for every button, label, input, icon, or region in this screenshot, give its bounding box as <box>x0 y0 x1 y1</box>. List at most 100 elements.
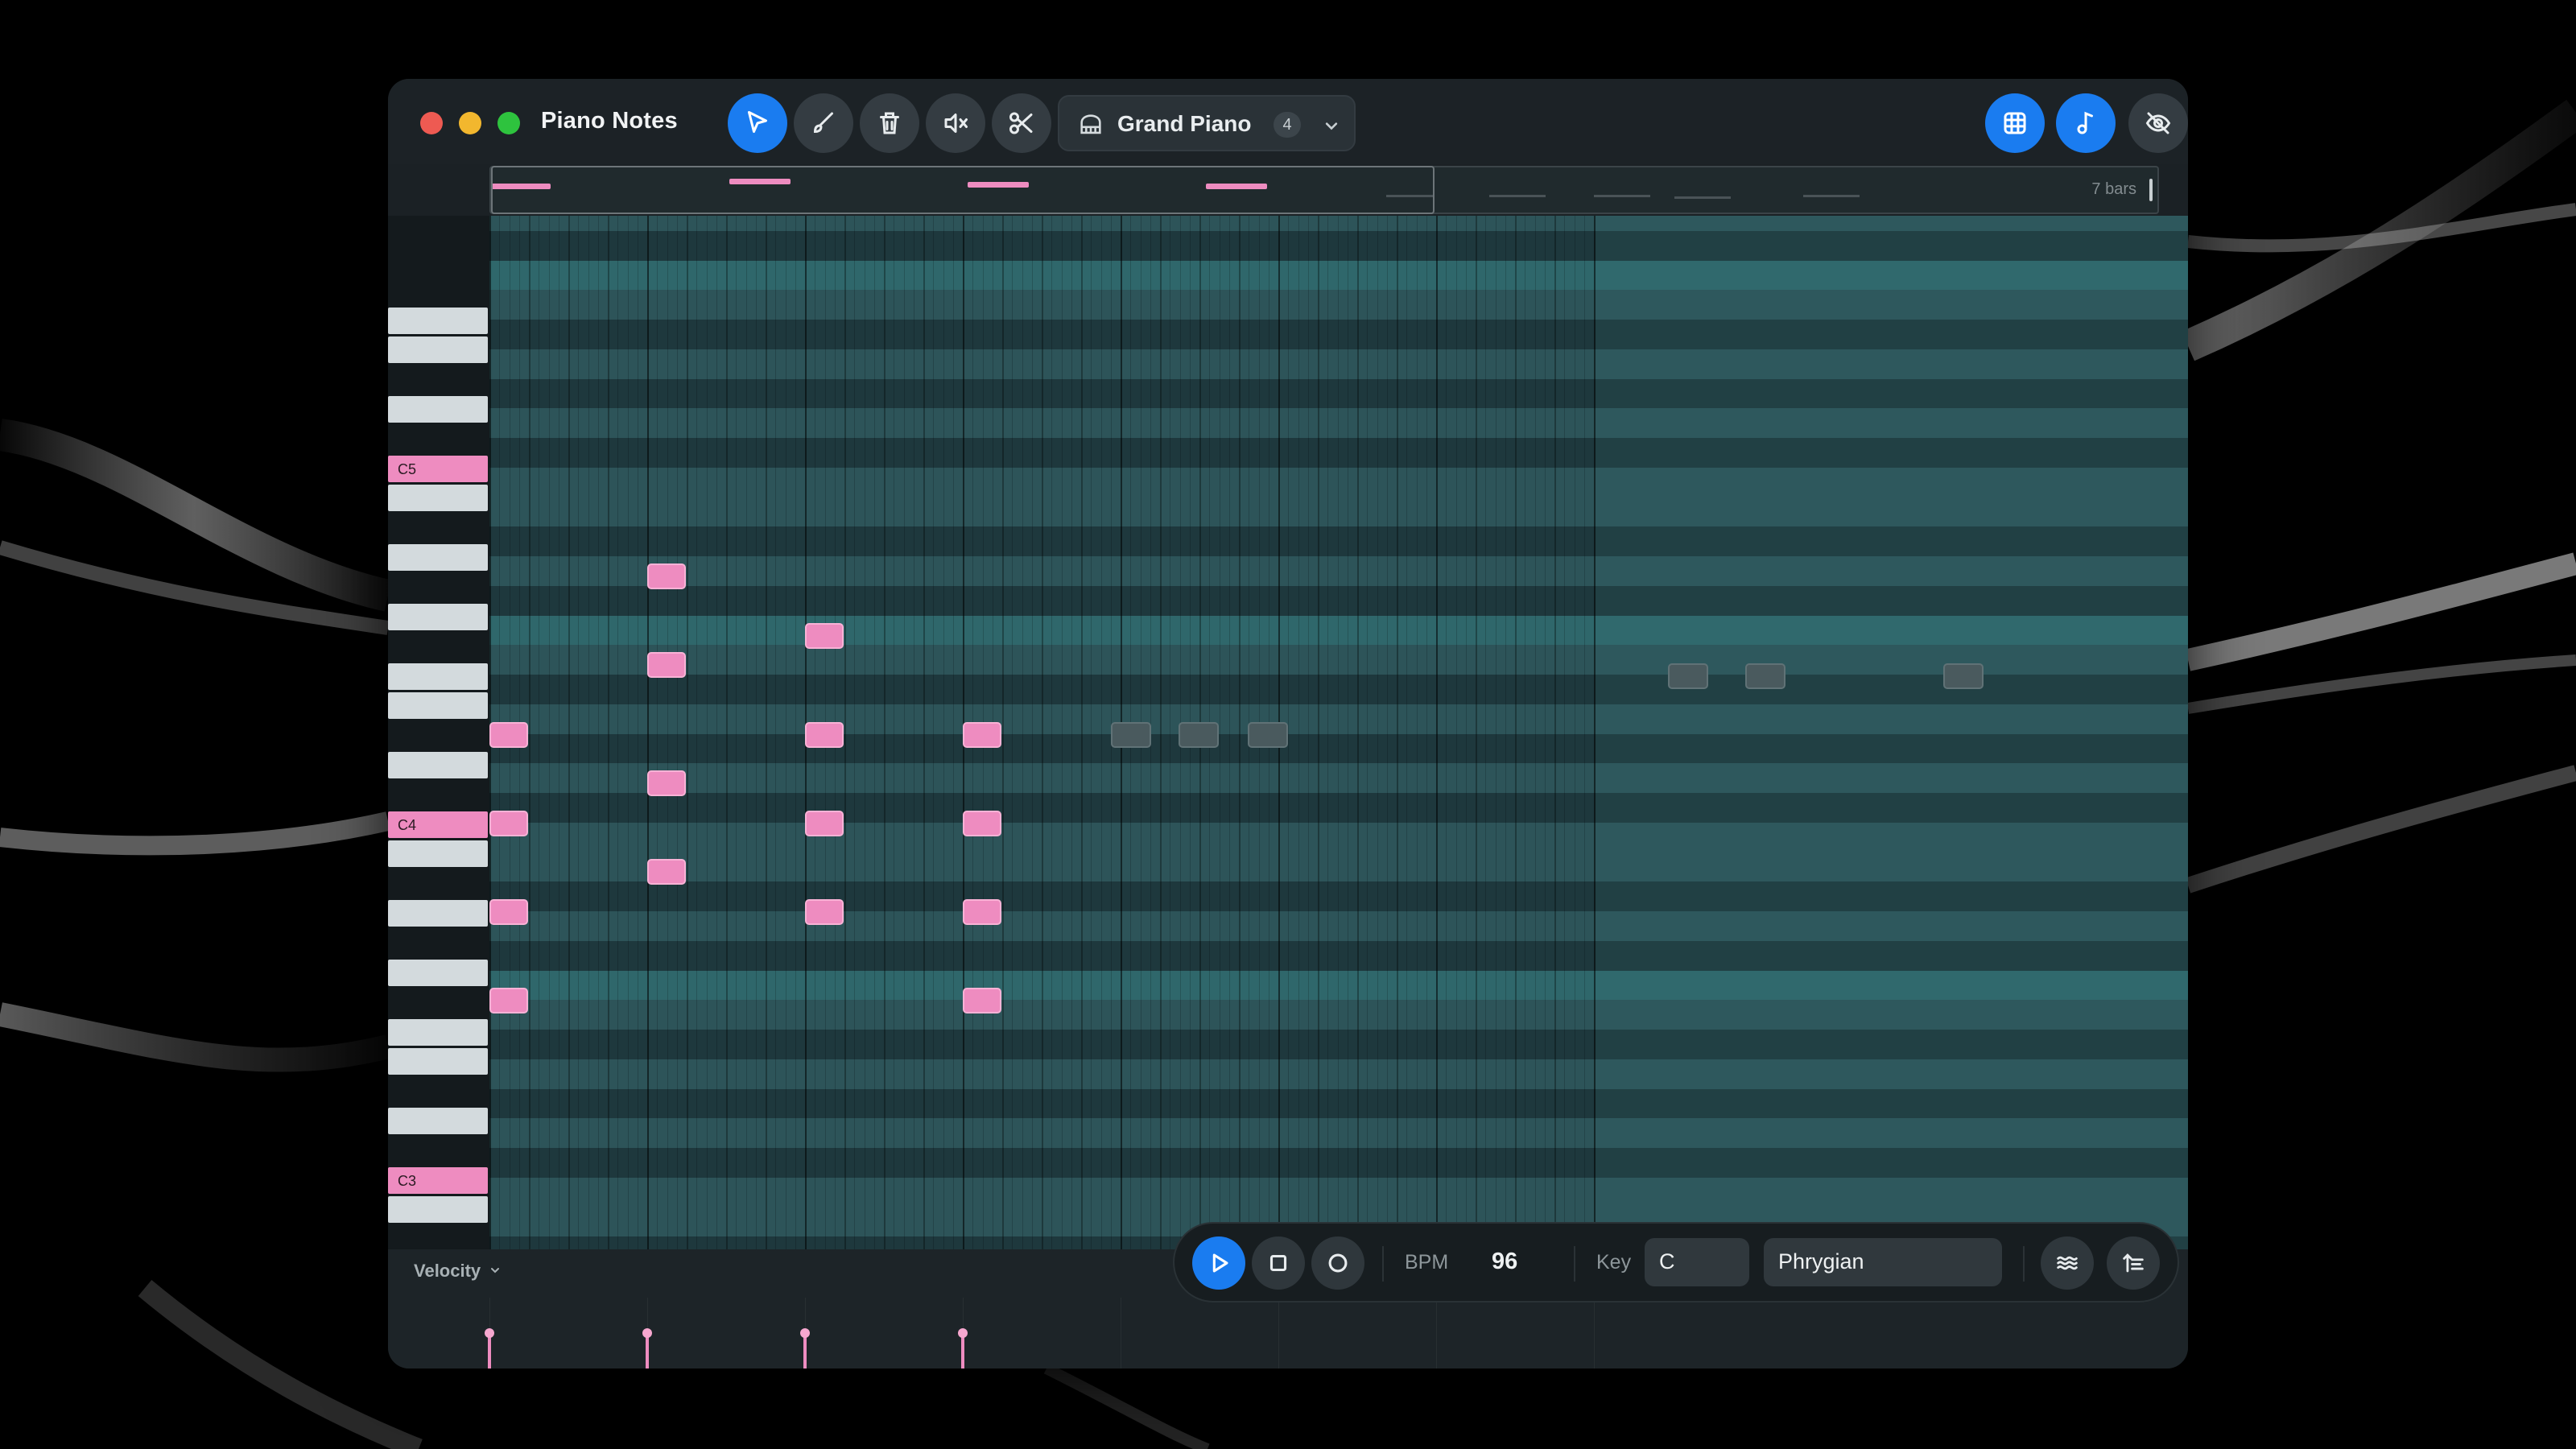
delete-tool-button[interactable] <box>860 93 919 153</box>
note-block[interactable] <box>647 652 686 678</box>
ghost-note-block[interactable] <box>1111 722 1151 748</box>
note-block[interactable] <box>805 623 844 649</box>
velocity-bar[interactable] <box>961 1333 964 1368</box>
hide-notes-button[interactable] <box>2128 93 2188 153</box>
grid-line <box>1110 216 1112 1328</box>
note-block[interactable] <box>489 811 528 836</box>
stop-button[interactable] <box>1252 1236 1305 1290</box>
note-block[interactable] <box>489 988 528 1013</box>
grid-line <box>1022 216 1023 1328</box>
note-grid[interactable] <box>489 216 2188 1328</box>
note-block[interactable] <box>963 811 1001 836</box>
grid-line <box>1288 216 1290 1328</box>
piano-key-c3[interactable]: C3 <box>388 1167 488 1194</box>
note-block[interactable] <box>647 564 686 589</box>
grid-line <box>1179 216 1181 1328</box>
velocity-handle[interactable] <box>800 1328 810 1338</box>
grid-line <box>1377 216 1378 1328</box>
grid-line <box>1357 216 1359 1328</box>
brush-icon <box>813 112 833 134</box>
piano-roll-window: Piano Notes Grand Piano 4 7 bars C5 C4 C… <box>388 79 2188 1368</box>
velocity-bar[interactable] <box>646 1333 649 1368</box>
piano-white-key[interactable] <box>388 485 488 511</box>
velocity-handle[interactable] <box>642 1328 652 1338</box>
note-block[interactable] <box>805 899 844 925</box>
grid-line <box>1061 216 1063 1328</box>
ghost-note-block[interactable] <box>1745 663 1785 689</box>
piano-white-key[interactable] <box>388 900 488 927</box>
ghost-note-block[interactable] <box>1943 663 1984 689</box>
piano-white-key[interactable] <box>388 752 488 778</box>
piano-key-c4[interactable]: C4 <box>388 811 488 838</box>
out-of-range-region <box>1596 216 2188 1328</box>
scale-select[interactable]: Phrygian <box>1764 1238 2002 1286</box>
piano-white-key[interactable] <box>388 336 488 363</box>
note-block[interactable] <box>647 770 686 796</box>
minimize-window-button[interactable] <box>459 112 481 134</box>
arrangement-overview[interactable]: 7 bars <box>489 166 2159 214</box>
piano-keyboard[interactable]: C5 C4 C3 <box>388 216 489 1342</box>
grid-line <box>726 216 728 1328</box>
piano-white-key[interactable] <box>388 840 488 867</box>
draw-tool-button[interactable] <box>794 93 853 153</box>
velocity-handle[interactable] <box>958 1328 968 1338</box>
velocity-grid-line <box>1436 1298 1437 1368</box>
play-button[interactable] <box>1192 1236 1245 1290</box>
ghost-note-block[interactable] <box>1668 663 1708 689</box>
transport-divider <box>2023 1246 2025 1282</box>
bpm-value[interactable]: 96 <box>1492 1249 1517 1275</box>
note-block[interactable] <box>963 988 1001 1013</box>
grid-toggle-button[interactable] <box>1985 93 2045 153</box>
piano-white-key[interactable] <box>388 663 488 690</box>
piano-white-key[interactable] <box>388 1196 488 1223</box>
piano-key-c5[interactable]: C5 <box>388 456 488 482</box>
grid-line <box>1278 216 1280 1328</box>
note-mode-button[interactable] <box>2056 93 2116 153</box>
piano-white-key[interactable] <box>388 544 488 571</box>
grid-line <box>873 216 875 1328</box>
velocity-bar[interactable] <box>803 1333 807 1368</box>
split-tool-button[interactable] <box>992 93 1051 153</box>
ghost-note-block[interactable] <box>1179 722 1219 748</box>
piano-white-key[interactable] <box>388 308 488 334</box>
close-window-button[interactable] <box>420 112 443 134</box>
instrument-selector[interactable]: Grand Piano 4 <box>1058 95 1356 151</box>
record-button[interactable] <box>1311 1236 1364 1290</box>
velocity-bar[interactable] <box>488 1333 491 1368</box>
piano-white-key[interactable] <box>388 396 488 423</box>
overview-ghost-block <box>1489 195 1546 197</box>
humanize-button[interactable] <box>2041 1236 2094 1290</box>
note-block[interactable] <box>963 722 1001 748</box>
grid-line <box>1406 216 1408 1328</box>
quantize-button[interactable] <box>2107 1236 2160 1290</box>
note-block[interactable] <box>963 899 1001 925</box>
mute-tool-button[interactable] <box>926 93 985 153</box>
overview-ghost-block <box>1674 196 1731 199</box>
grid-line <box>1012 216 1013 1328</box>
piano-white-key[interactable] <box>388 960 488 986</box>
select-tool-button[interactable] <box>728 93 787 153</box>
note-block[interactable] <box>647 859 686 885</box>
velocity-handle[interactable] <box>485 1328 494 1338</box>
note-block[interactable] <box>489 722 528 748</box>
piano-white-key[interactable] <box>388 692 488 719</box>
piano-white-key[interactable] <box>388 1108 488 1134</box>
note-block[interactable] <box>805 811 844 836</box>
chevron-down-icon[interactable] <box>489 1264 502 1277</box>
grid-line <box>766 216 767 1328</box>
window-title: Piano Notes <box>541 108 678 134</box>
key-select[interactable]: C <box>1645 1238 1749 1286</box>
grid-line <box>1199 216 1201 1328</box>
piano-white-key[interactable] <box>388 604 488 630</box>
grid-line <box>1436 216 1438 1328</box>
note-block[interactable] <box>489 899 528 925</box>
overview-viewport[interactable] <box>491 166 1435 214</box>
piano-white-key[interactable] <box>388 1048 488 1075</box>
piano-white-key[interactable] <box>388 1019 488 1046</box>
overview-resize-handle[interactable] <box>2149 179 2153 201</box>
grid-line <box>903 216 905 1328</box>
overview-length-label: 7 bars <box>2091 180 2136 198</box>
note-block[interactable] <box>805 722 844 748</box>
ghost-note-block[interactable] <box>1248 722 1288 748</box>
zoom-window-button[interactable] <box>497 112 520 134</box>
